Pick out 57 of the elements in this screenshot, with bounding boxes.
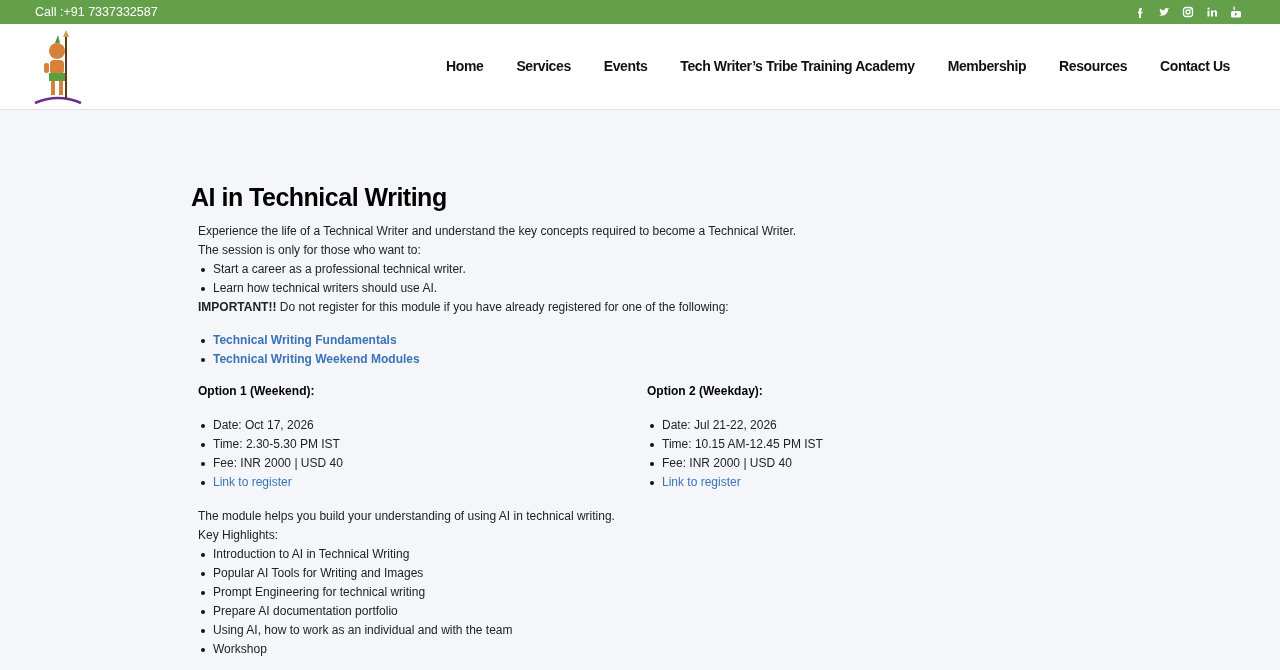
youtube-icon[interactable] [1230,6,1242,18]
bullet-icon [201,647,205,652]
bullet-icon [201,442,205,447]
tribe-figure-drawing[interactable] [33,28,83,105]
instagram-icon[interactable] [1182,6,1194,18]
bullet-icon [201,628,205,633]
bullet-icon [201,609,205,614]
bullet-icon [201,461,205,466]
link[interactable]: Technical Writing Fundamentals [213,331,397,350]
bullet-icon [201,423,205,428]
bullet-icon [650,423,654,428]
nav-link[interactable]: Tech Writer’s Tribe Training Academy [680,56,915,77]
bullet-icon [201,267,205,272]
list-item: Using AI, how to work as an individual and with the team [213,622,513,639]
bullet-icon [201,357,205,362]
notice-text: IMPORTANT!! Do not register for this module if you have already registered for one of the following: [198,299,730,316]
list-item: Popular AI Tools for Writing and Images [213,565,424,582]
phone-number: Call :+91 7337332587 [35,3,158,21]
list-item: Introduction to AI in Technical Writing [213,546,410,563]
bullet-icon [201,338,205,343]
link[interactable]: Link to register [662,473,741,492]
list-item: Time: 2.30-5.30 PM IST [213,436,340,453]
option-heading: Option 2 (Weekday): [647,383,764,400]
nav-link[interactable]: Events [603,56,648,77]
bullet-icon [650,442,654,447]
nav-link[interactable]: Home [446,56,484,77]
list-item: Fee: INR 2000 | USD 40 [213,455,343,472]
body-text: The module helps you build your understanding of using AI in technical writing. [198,508,616,525]
option-heading: Option 1 (Weekend): [198,383,316,400]
bullet-icon [201,552,205,557]
link[interactable]: Link to register [213,473,292,492]
bullet-icon [201,571,205,576]
twitter-icon[interactable] [1158,6,1170,18]
list-item: Date: Oct 17, 2026 [213,417,314,434]
nav-link[interactable]: Contact Us [1160,56,1230,77]
list-item: Fee: INR 2000 | USD 40 [662,455,792,472]
link[interactable]: Technical Writing Weekend Modules [213,350,420,369]
bullet-icon [201,590,205,595]
list-item: Prompt Engineering for technical writing [213,584,426,601]
bullet-icon [201,480,205,485]
list-item: Workshop [213,641,267,658]
linkedin-icon[interactable] [1206,6,1218,18]
list-item: Start a career as a professional technical writer. [213,261,466,278]
bullet-icon [650,461,654,466]
nav-link[interactable]: Resources [1059,56,1128,77]
list-item: Date: Jul 21-22, 2026 [662,417,777,434]
nav-link[interactable]: Services [516,56,571,77]
nav-link[interactable]: Membership [947,56,1027,77]
intro-text: Experience the life of a Technical Writer and understand the key concepts required to become a Technical Writer. [198,223,798,240]
page-title: AI in Technical Writing [191,182,448,212]
list-item: Learn how technical writers should use AI. [213,280,438,297]
body-text: Key Highlights: [198,527,280,544]
bullet-icon [201,286,205,291]
list-item: Prepare AI documentation portfolio [213,603,398,620]
bullet-icon [650,480,654,485]
body-text: The session is only for those who want to: [198,242,422,259]
list-item: Time: 10.15 AM-12.45 PM IST [662,436,823,453]
